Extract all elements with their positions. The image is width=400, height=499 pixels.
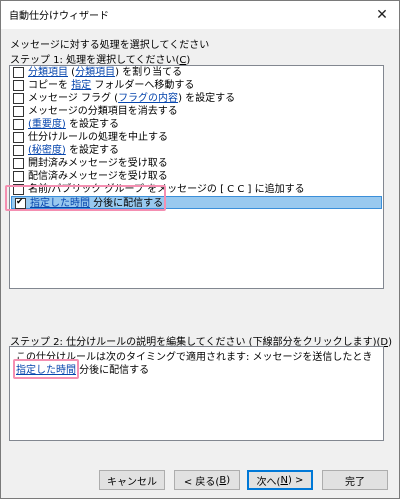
wizard-window: 自動仕分けウィザード ✕ メッセージに対する処理を選択してください ステップ 1… [0,0,400,499]
action-checkbox[interactable] [13,67,24,78]
action-checkbox[interactable] [13,158,24,169]
action-text: フォルダーへ移動する [91,80,195,91]
cancel-button[interactable]: キャンセル [99,470,165,490]
action-text: を設定する [65,145,119,156]
action-text: 分後に配信する [90,198,164,209]
close-button[interactable]: ✕ [365,1,399,29]
action-item[interactable]: メッセージ フラグ (フラグの内容) を設定する [10,92,383,105]
close-icon: ✕ [376,7,388,23]
action-checkbox[interactable] [13,119,24,130]
action-item-label: メッセージ フラグ (フラグの内容) を設定する [28,92,235,105]
action-item[interactable]: メッセージの分類項目を消去する [10,105,383,118]
next-button[interactable]: 次へ(N) > [247,470,313,490]
action-link[interactable]: (秘密度) [28,145,66,156]
action-item[interactable]: 名前/パブリック グループ をメッセージの [ C C ] に追加する [10,183,383,196]
action-text: ) を設定する [178,93,236,104]
step1-label: ステップ 1: 処理を選択してください(C) [10,55,191,66]
description-line-2: 指定した時間 分後に配信する [16,365,150,376]
action-checkbox[interactable] [13,106,24,117]
action-text: を設定する [65,119,119,130]
action-item-label: コピーを 指定 フォルダーへ移動する [28,79,194,92]
action-item[interactable]: 指定した時間 分後に配信する [11,196,382,209]
time-link[interactable]: 指定した時間 [16,365,76,376]
action-item-label: (秘密度) を設定する [28,144,119,157]
action-text: 名前/パブリック グループ をメッセージの [ C C ] に追加する [28,184,305,195]
action-text: 配信済みメッセージを受け取る [28,171,168,182]
action-link[interactable]: 指定 [71,80,91,91]
action-item-label: 分類項目 (分類項目) を割り当てる [28,66,182,79]
window-title: 自動仕分けウィザード [9,11,109,22]
action-item[interactable]: 配信済みメッセージを受け取る [10,170,383,183]
action-link[interactable]: 分類項目 [28,67,68,78]
action-text: メッセージ フラグ ( [28,93,119,104]
action-checkbox[interactable] [15,197,26,209]
action-item[interactable]: (重要度) を設定する [10,118,383,131]
action-item-label: 仕分けルールの処理を中止する [28,131,168,144]
action-item-label: 開封済みメッセージを受け取る [28,157,168,170]
action-item[interactable]: 仕分けルールの処理を中止する [10,131,383,144]
action-list[interactable]: 分類項目 (分類項目) を割り当てる コピーを 指定 フォルダーへ移動する メッセー… [9,65,384,289]
title-bar: 自動仕分けウィザード ✕ [1,1,399,29]
action-text: メッセージの分類項目を消去する [28,106,178,117]
action-item-label: 名前/パブリック グループ をメッセージの [ C C ] に追加する [28,183,305,196]
back-button[interactable]: < 戻る(B) [174,470,240,490]
action-checkbox[interactable] [13,171,24,182]
action-item-label: 配信済みメッセージを受け取る [28,170,168,183]
action-text: ) を割り当てる [115,67,183,78]
action-link[interactable]: (重要度) [28,119,66,130]
action-item[interactable]: 開封済みメッセージを受け取る [10,157,383,170]
prompt-label: メッセージに対する処理を選択してください [10,40,210,51]
action-checkbox[interactable] [13,145,24,156]
action-text: 開封済みメッセージを受け取る [28,158,168,169]
action-item[interactable]: 分類項目 (分類項目) を割り当てる [10,66,383,79]
action-item-label: (重要度) を設定する [28,118,119,131]
action-link[interactable]: 指定した時間 [30,198,90,209]
action-checkbox[interactable] [13,80,24,91]
action-text: 仕分けルールの処理を中止する [28,132,168,143]
action-checkbox[interactable] [13,184,24,195]
action-checkbox[interactable] [13,132,24,143]
action-item[interactable]: (秘密度) を設定する [10,144,383,157]
rule-description: この仕分けルールは次のタイミングで適用されます: メッセージを送信したとき 指定… [9,346,384,441]
action-item[interactable]: コピーを 指定 フォルダーへ移動する [10,79,383,92]
action-link[interactable]: フラグの内容 [118,93,178,104]
action-checkbox[interactable] [13,93,24,104]
finish-button[interactable]: 完了 [322,470,388,490]
action-link[interactable]: 分類項目 [75,67,115,78]
action-text: コピーを [28,80,72,91]
action-item-label: 指定した時間 分後に配信する [30,197,163,210]
description-line-1: この仕分けルールは次のタイミングで適用されます: メッセージを送信したとき [16,352,373,363]
action-item-label: メッセージの分類項目を消去する [28,105,178,118]
